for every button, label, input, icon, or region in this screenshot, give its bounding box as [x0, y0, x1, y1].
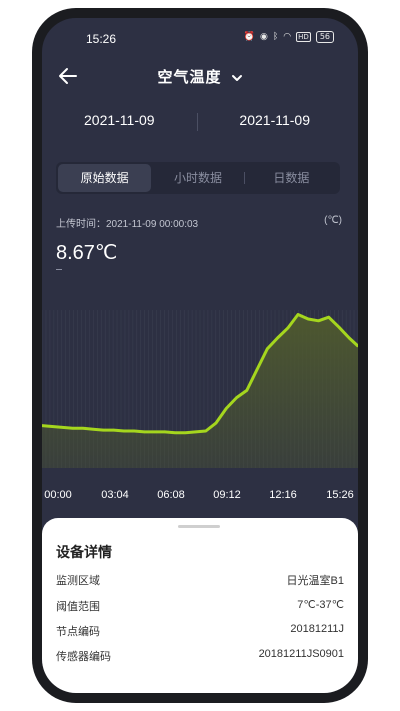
title-dropdown[interactable]: 空气温度: [42, 66, 358, 87]
upload-time: 上传时间：2021-11-09 00:00:03: [56, 215, 198, 230]
detail-label: 传感器编码: [56, 650, 111, 663]
detail-value: 7℃-37℃: [297, 599, 344, 611]
data-point: [163, 430, 167, 434]
vibrate-icon: ◉: [260, 32, 268, 42]
tab-hourly-data[interactable]: 小时数据: [151, 164, 245, 192]
data-point: [327, 316, 330, 319]
data-point: [102, 428, 105, 432]
data-point: [122, 429, 126, 433]
details-title: 设备详情: [56, 545, 112, 561]
data-point: [235, 396, 238, 399]
battery-icon: 56: [315, 31, 334, 43]
end-date[interactable]: 2021-11-09: [239, 112, 310, 128]
detail-value: 日光温室B1: [286, 575, 344, 587]
wifi-icon: ◠: [283, 32, 292, 42]
detail-row-area: 监测区域 日光温室B1: [56, 572, 344, 590]
value-underline: [56, 269, 62, 270]
app-screen: 15:26 ⏰ ◉ ᛒ ◠ HD 56 空气温度 2021-11-09 2021…: [42, 18, 358, 693]
status-icons: ⏰ ◉ ᛒ ◠ HD 56: [244, 31, 334, 43]
data-point: [153, 430, 156, 434]
data-point: [214, 421, 218, 425]
start-date[interactable]: 2021-11-09: [84, 112, 155, 128]
page-title: 空气温度: [157, 68, 222, 86]
data-point: [132, 429, 136, 433]
data-type-tabs: 原始数据 小时数据 日数据: [56, 162, 340, 194]
detail-label: 节点编码: [56, 625, 100, 638]
data-point: [61, 426, 64, 429]
upload-time-value: 2021-11-09 00:00:03: [106, 219, 199, 230]
data-point: [81, 427, 85, 430]
data-point: [266, 347, 269, 351]
bluetooth-icon: ᛒ: [272, 32, 279, 42]
data-point: [71, 427, 74, 430]
status-time: 15:26: [86, 32, 117, 46]
detail-row-threshold: 阈值范围 7℃-37℃: [56, 598, 344, 616]
data-point: [255, 368, 259, 371]
chevron-down-icon: [231, 74, 242, 81]
date-range: 2021-11-09 2021-11-09: [42, 112, 358, 134]
tab-label: 原始数据: [80, 171, 129, 185]
status-bar: 15:26 ⏰ ◉ ᛒ ◠ HD 56: [42, 30, 358, 48]
data-point: [296, 313, 300, 316]
x-tick-label: 00:00: [44, 489, 72, 501]
detail-label: 阈值范围: [56, 600, 100, 613]
data-point: [51, 425, 54, 428]
data-point: [337, 325, 341, 329]
data-point: [173, 431, 177, 434]
x-tick-label: 03:04: [101, 489, 129, 501]
data-point: [276, 336, 279, 340]
detail-value: 20181211JS0901: [258, 648, 344, 660]
tab-daily-data[interactable]: 日数据: [245, 164, 338, 192]
data-point: [204, 429, 208, 433]
detail-row-sensor-code: 传感器编码 20181211JS0901: [56, 648, 344, 666]
data-point: [245, 389, 248, 392]
data-point: [112, 428, 115, 432]
tab-label: 日数据: [273, 171, 310, 185]
x-tick-label: 12:16: [269, 489, 297, 501]
data-point: [194, 430, 197, 434]
header: 空气温度: [42, 64, 358, 88]
hd-icon: HD: [296, 32, 311, 42]
data-point: [225, 407, 228, 410]
x-tick-label: 06:08: [157, 489, 185, 501]
upload-label: 上传时间：: [56, 219, 106, 230]
data-point: [347, 336, 351, 340]
data-point: [91, 427, 95, 431]
data-point: [317, 319, 320, 323]
data-point: [184, 431, 187, 434]
data-point: [286, 326, 289, 330]
alarm-icon: ⏰: [243, 32, 256, 42]
current-value: 8.67℃: [56, 242, 118, 264]
detail-value: 20181211J: [290, 623, 344, 635]
temperature-chart[interactable]: 00:00 03:04 06:08 09:12 12:16 15:26: [42, 308, 358, 518]
data-point: [143, 430, 146, 434]
detail-row-node-code: 节点编码 20181211J: [56, 623, 344, 641]
unit-label: (℃): [324, 215, 342, 226]
tab-raw-data[interactable]: 原始数据: [58, 164, 152, 192]
data-point: [307, 317, 310, 321]
x-tick-label: 09:12: [213, 489, 241, 501]
sheet-handle[interactable]: [178, 525, 220, 528]
device-details-sheet: 设备详情 监测区域 日光温室B1 阈值范围 7℃-37℃ 节点编码 201812…: [42, 518, 358, 693]
detail-label: 监测区域: [56, 574, 100, 587]
date-divider: [197, 113, 198, 131]
tab-label: 小时数据: [173, 171, 222, 185]
x-tick-label: 15:26: [326, 489, 354, 501]
